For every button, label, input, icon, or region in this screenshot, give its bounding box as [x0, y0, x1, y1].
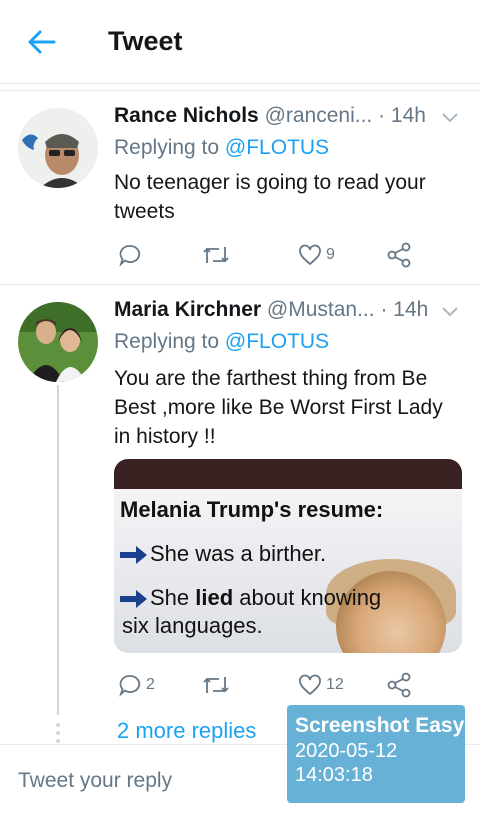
- avatar-image: [18, 302, 98, 382]
- display-name[interactable]: Maria Kirchner: [114, 298, 261, 321]
- watermark-date: 2020-05-12: [295, 740, 398, 762]
- media-line-1: She was a birther.: [150, 541, 327, 566]
- heart-icon: [299, 674, 321, 696]
- arrow-right-icon: [120, 546, 147, 564]
- replying-to: Replying to @FLOTUS: [114, 330, 329, 354]
- media-line-2: She lied about knowing: [150, 585, 381, 611]
- arrow-right-icon: [120, 590, 147, 608]
- mention-link[interactable]: @FLOTUS: [225, 330, 329, 353]
- reply-count: 2: [146, 676, 155, 693]
- tweet-maria-kirchner[interactable]: Maria Kirchner @Mustan... · 14h Replying…: [0, 0, 480, 745]
- tweet-text: You are the farthest thing from Be Best …: [114, 367, 443, 448]
- media-line-3: six languages.: [122, 613, 263, 638]
- media-line-2-post: about knowing: [233, 585, 382, 610]
- share-icon: [387, 672, 411, 698]
- more-replies-link[interactable]: 2 more replies: [117, 718, 256, 744]
- retweet-button[interactable]: [202, 670, 234, 700]
- tweet-media-image[interactable]: Melania Trump's resume: She was a birthe…: [114, 459, 462, 653]
- tweet-header: Maria Kirchner @Mustan... · 14h: [114, 298, 434, 322]
- like-button[interactable]: 12: [298, 670, 344, 700]
- media-title: Melania Trump's resume:: [120, 497, 384, 522]
- reply-icon: [119, 675, 141, 697]
- like-count: 12: [326, 676, 344, 693]
- tweet-actions: 2 12: [114, 670, 434, 700]
- watermark-title: Screenshot Easy: [295, 714, 465, 737]
- replying-prefix: Replying to: [114, 330, 220, 353]
- retweet-icon: [203, 677, 229, 693]
- media-line-2-pre: She: [150, 585, 196, 610]
- chevron-down-icon[interactable]: [440, 305, 460, 319]
- media-top-band: [114, 459, 462, 489]
- share-button[interactable]: [386, 670, 412, 700]
- tweet-time: · 14h: [380, 298, 429, 321]
- thread-line: [57, 385, 59, 715]
- user-handle[interactable]: @Mustan...: [267, 298, 375, 321]
- media-line-2-bold: lied: [195, 585, 234, 610]
- thread-dots-icon: [56, 723, 60, 743]
- screenshot-watermark: Screenshot Easy 2020-05-12 14:03:18: [287, 705, 465, 803]
- watermark-time: 14:03:18: [295, 764, 373, 786]
- avatar[interactable]: [18, 302, 98, 382]
- reply-button[interactable]: 2: [118, 670, 155, 700]
